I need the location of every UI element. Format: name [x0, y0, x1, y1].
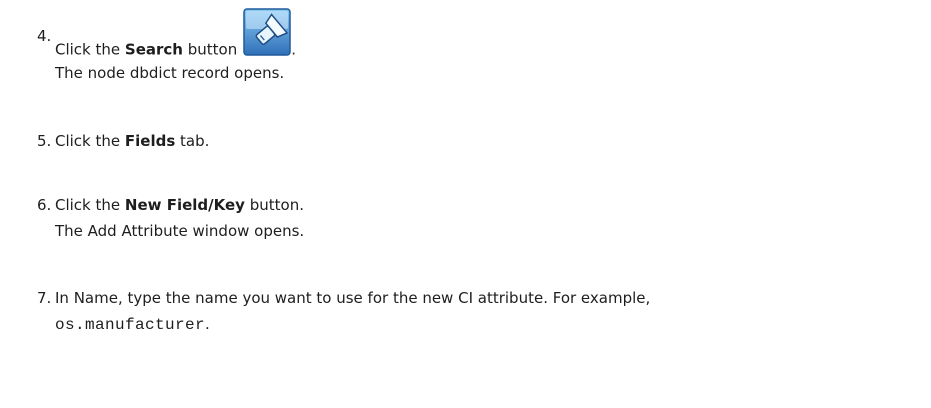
step-4-result: The node dbdict record opens.: [55, 64, 285, 82]
code-example: os.manufacturer: [55, 316, 206, 334]
step-number: 6.: [37, 196, 52, 214]
step-7-example: os.manufacturer.: [55, 315, 210, 334]
search-flashlight-icon: [243, 8, 291, 56]
step-instruction: Click the New Field/Key button.: [55, 196, 304, 214]
step-number: 7.: [37, 289, 52, 307]
step-6-result: The Add Attribute window opens.: [55, 222, 305, 240]
step-number: 5.: [37, 132, 52, 150]
new-field-key-label: New Field/Key: [124, 196, 245, 214]
search-label: Search: [124, 40, 183, 59]
step-number: 4.: [37, 27, 52, 45]
step-instruction: In Name, type the name you want to use f…: [55, 289, 651, 307]
step-instruction: Click the Fields tab.: [55, 132, 210, 150]
fields-label: Fields: [124, 132, 176, 150]
